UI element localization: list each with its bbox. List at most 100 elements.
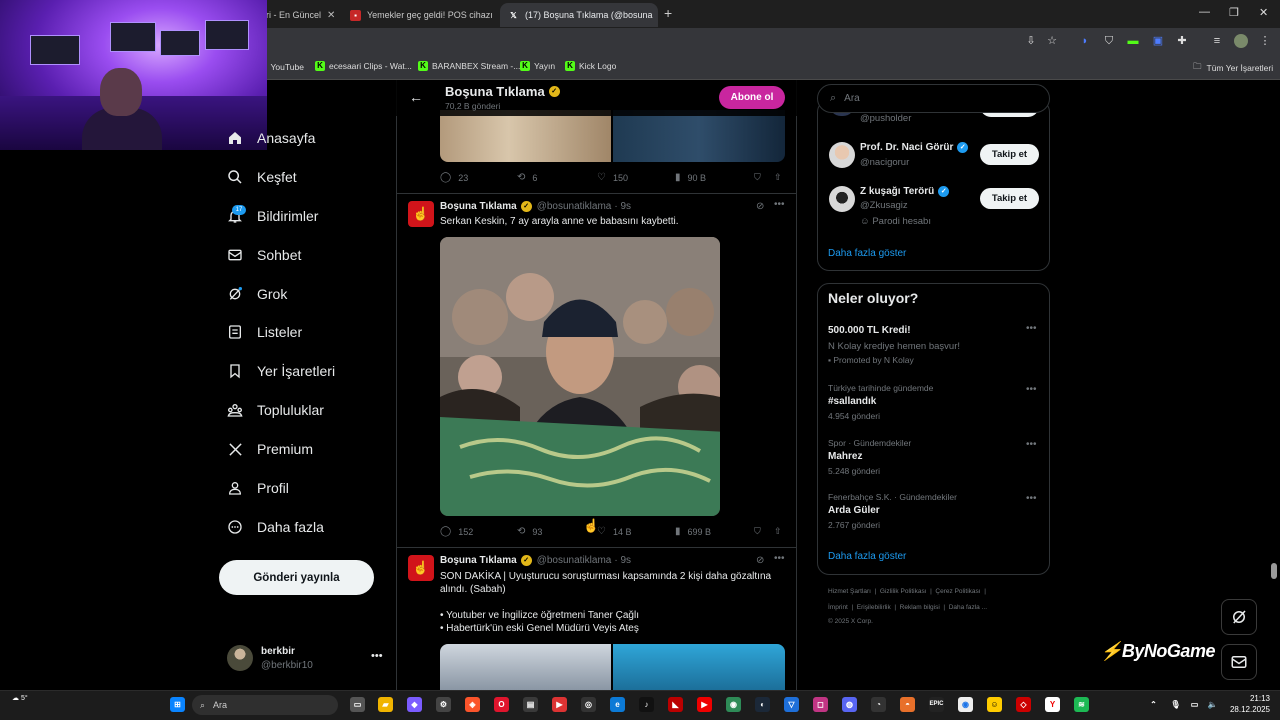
search-input[interactable]: ⌕ Ara bbox=[817, 84, 1050, 113]
file-explorer-icon[interactable]: ▰ bbox=[378, 697, 393, 712]
views-button[interactable]: ▮ 90 B bbox=[675, 172, 706, 183]
weather-widget[interactable]: ☁ 5° bbox=[12, 694, 28, 702]
views-button[interactable]: ▮ 699 B bbox=[675, 526, 711, 537]
bookmark-kick[interactable]: K BARANBEX Stream -... bbox=[418, 61, 520, 71]
youtube-icon[interactable]: ▶ bbox=[697, 697, 712, 712]
tweet-image[interactable] bbox=[613, 110, 785, 162]
avatar[interactable] bbox=[829, 142, 855, 168]
bookmark-kick[interactable]: K Yayın bbox=[520, 61, 555, 71]
tweet-avatar[interactable]: ☝ bbox=[408, 555, 434, 581]
app-icon[interactable]: ◇ bbox=[1016, 697, 1031, 712]
copilot-icon[interactable]: ◆ bbox=[407, 697, 422, 712]
browser-tab[interactable]: ▪ Yemekler geç geldi! POS cihazı ✕ bbox=[342, 3, 498, 27]
tweet-image[interactable] bbox=[440, 644, 611, 690]
volume-icon[interactable]: 🔈 bbox=[1205, 697, 1220, 712]
taskbar-search[interactable]: ⌕ Ara bbox=[192, 695, 338, 715]
chrome-icon[interactable]: ◉ bbox=[958, 697, 973, 712]
like-button[interactable]: ♡ 14 B bbox=[597, 526, 631, 537]
scrollbar[interactable] bbox=[1271, 563, 1277, 579]
grok-icon[interactable]: ⊘ bbox=[756, 555, 764, 566]
app-icon[interactable]: ◓ bbox=[900, 697, 915, 712]
nav-communities[interactable]: Topluluklar bbox=[226, 398, 324, 422]
puzzle-extensions-icon[interactable]: ✚ bbox=[1175, 34, 1189, 48]
trend-name[interactable]: Arda Güler bbox=[828, 505, 880, 516]
instagram-icon[interactable]: ◻ bbox=[813, 697, 828, 712]
task-view-icon[interactable]: ▭ bbox=[350, 697, 365, 712]
microphone-icon[interactable]: 🎙 bbox=[1168, 697, 1183, 712]
footer-link[interactable]: Gizlilik Politikası bbox=[880, 588, 927, 595]
taskbar-clock[interactable]: 21:13 28.12.2025 bbox=[1226, 693, 1270, 715]
tweet-author[interactable]: Boşuna Tıklama ✓ @bosunatiklama · 9s bbox=[440, 555, 631, 566]
nav-more[interactable]: Daha fazla bbox=[226, 515, 324, 539]
shield-extension-icon[interactable]: ⛉ bbox=[1102, 34, 1116, 48]
post-button[interactable]: Gönderi yayınla bbox=[219, 560, 374, 595]
extension-icon[interactable]: ◗ bbox=[1078, 34, 1092, 48]
grok-fab[interactable] bbox=[1221, 599, 1257, 635]
account-menu-icon[interactable]: ••• bbox=[371, 650, 383, 662]
bookmark-tweet-icon[interactable]: ⛉ bbox=[754, 526, 761, 537]
tiktok-icon[interactable]: ♪ bbox=[639, 697, 654, 712]
footer-link[interactable]: Çerez Politikası bbox=[935, 588, 980, 595]
brave-icon[interactable]: ◈ bbox=[465, 697, 480, 712]
extension-icon[interactable]: ▣ bbox=[1151, 34, 1165, 48]
close-tab-icon[interactable]: ✕ bbox=[653, 10, 658, 21]
avatar[interactable] bbox=[829, 186, 855, 212]
yandex-icon[interactable]: Y bbox=[1045, 697, 1060, 712]
close-tab-icon[interactable]: ✕ bbox=[321, 10, 335, 21]
window-close-icon[interactable]: ✕ bbox=[1259, 6, 1268, 19]
spotify-icon[interactable]: ≋ bbox=[1074, 697, 1089, 712]
network-icon[interactable]: ▭ bbox=[1187, 697, 1202, 712]
bookmark-tweet-icon[interactable]: ⛉ bbox=[754, 172, 761, 183]
more-icon[interactable]: ••• bbox=[1026, 493, 1037, 504]
footer-link[interactable]: Erişilebilirlik bbox=[857, 604, 891, 611]
tweet-image[interactable] bbox=[440, 237, 720, 516]
star-bookmark-icon[interactable]: ☆ bbox=[1045, 34, 1059, 48]
repost-button[interactable]: ⟲ 93 bbox=[517, 526, 542, 537]
footer-link[interactable]: Daha fazla ... bbox=[949, 604, 987, 611]
nav-lists[interactable]: Listeler bbox=[226, 320, 302, 344]
nav-explore[interactable]: Keşfet bbox=[226, 165, 297, 189]
store-icon[interactable]: ▤ bbox=[523, 697, 538, 712]
app-icon[interactable]: ◣ bbox=[668, 697, 683, 712]
install-app-icon[interactable]: ⇩ bbox=[1024, 34, 1038, 48]
footer-link[interactable]: Hizmet Şartları bbox=[828, 588, 871, 595]
reply-button[interactable]: ◯ 23 bbox=[440, 172, 468, 183]
show-more-link[interactable]: Daha fazla göster bbox=[828, 248, 906, 259]
kick-extension-icon[interactable]: ▬ bbox=[1126, 34, 1140, 48]
tab-search-icon[interactable]: ≡ bbox=[1210, 34, 1224, 48]
edge-icon[interactable]: e bbox=[610, 697, 625, 712]
media-player-icon[interactable]: ▶ bbox=[552, 697, 567, 712]
back-arrow-icon[interactable]: ← bbox=[409, 89, 423, 105]
grok-icon[interactable]: ⊘ bbox=[756, 201, 764, 212]
tweet-avatar[interactable]: ☝ bbox=[408, 201, 434, 227]
epic-games-icon[interactable]: EPIC bbox=[929, 697, 944, 712]
avatar[interactable] bbox=[227, 645, 253, 671]
app-icon[interactable]: ◉ bbox=[726, 697, 741, 712]
tweet-image[interactable] bbox=[613, 644, 785, 690]
browser-tab-active[interactable]: 𝕏 (17) Boşuna Tıklama (@bosuna ✕ bbox=[500, 3, 658, 27]
nav-chat[interactable]: Sohbet bbox=[226, 243, 301, 267]
follow-button[interactable]: Takip et bbox=[980, 188, 1039, 209]
minimize-icon[interactable]: — bbox=[1199, 6, 1210, 18]
nav-profile[interactable]: Profil bbox=[226, 476, 289, 500]
more-icon[interactable]: ••• bbox=[1026, 384, 1037, 395]
subscribe-button[interactable]: Abone ol bbox=[719, 86, 785, 109]
nav-grok[interactable]: Grok bbox=[226, 282, 287, 306]
repost-button[interactable]: ⟲ 6 bbox=[517, 172, 537, 183]
discord-icon[interactable]: ◍ bbox=[842, 697, 857, 712]
restore-icon[interactable]: ❐ bbox=[1229, 6, 1239, 19]
reply-button[interactable]: ◯ 152 bbox=[440, 526, 473, 537]
share-icon[interactable]: ⇧ bbox=[774, 526, 782, 537]
profile-avatar-icon[interactable] bbox=[1234, 34, 1248, 48]
follow-button[interactable]: Takip et bbox=[980, 144, 1039, 165]
close-tab-icon[interactable]: ✕ bbox=[493, 10, 498, 21]
tweet-image[interactable] bbox=[440, 110, 611, 162]
more-icon[interactable]: ••• bbox=[1026, 439, 1037, 450]
trend-name[interactable]: 500.000 TL Kredi! bbox=[828, 325, 911, 336]
new-tab-icon[interactable]: + bbox=[664, 5, 672, 21]
messages-fab[interactable] bbox=[1221, 644, 1257, 680]
nav-bookmarks[interactable]: Yer İşaretleri bbox=[226, 359, 335, 383]
share-icon[interactable]: ⇧ bbox=[774, 172, 782, 183]
app-icon[interactable]: ▽ bbox=[784, 697, 799, 712]
show-more-link[interactable]: Daha fazla göster bbox=[828, 551, 906, 562]
